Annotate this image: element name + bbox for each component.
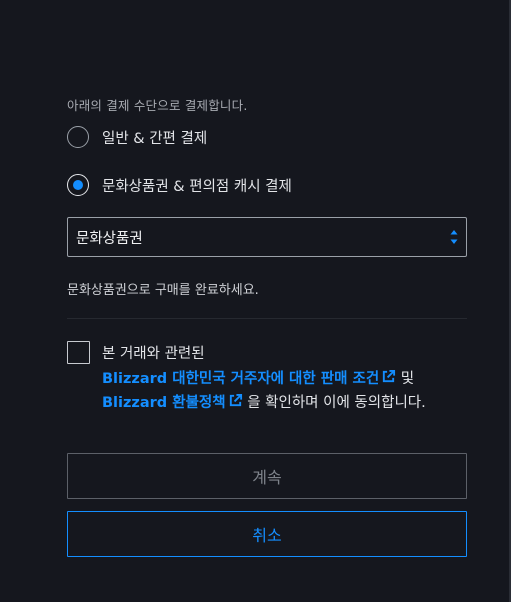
external-link-icon: [383, 369, 396, 382]
refund-policy-link-label: Blizzard 환불정책: [102, 395, 226, 411]
payment-option-general[interactable]: 일반 & 간편 결제: [67, 126, 207, 148]
agreement-checkbox[interactable]: [67, 341, 90, 364]
agreement-line-3: Blizzard 환불정책 을 확인하며 이에 동의합니다.: [102, 391, 482, 416]
payment-option-label: 일반 & 간편 결제: [102, 130, 208, 147]
payment-panel: 아래의 결제 수단으로 결제합니다. 일반 & 간편 결제 문화상품권 & 편의…: [0, 0, 511, 602]
agreement-text: 본 거래와 관련된 Blizzard 대한민국 거주자에 대한 판매 조건 및 …: [102, 342, 482, 416]
payment-option-giftcard[interactable]: 문화상품권 & 편의점 캐시 결제: [67, 174, 292, 196]
agreement-suffix: 을 확인하며 이에 동의합니다.: [242, 395, 426, 411]
payment-option-label: 문화상품권 & 편의점 캐시 결제: [102, 178, 292, 195]
external-link-icon: [229, 393, 242, 407]
payment-intro-text: 아래의 결제 수단으로 결제합니다.: [67, 98, 248, 113]
sort-arrows-icon: [450, 230, 458, 244]
cancel-button[interactable]: 취소: [67, 511, 467, 557]
radio-button-giftcard[interactable]: [67, 174, 89, 196]
radio-button-general[interactable]: [67, 126, 89, 148]
giftcard-instruction-text: 문화상품권으로 구매를 완료하세요.: [67, 283, 259, 298]
agreement-conjunction: 및: [396, 370, 415, 387]
select-value: 문화상품권: [76, 230, 143, 247]
continue-button[interactable]: 계속: [67, 453, 467, 499]
giftcard-type-select[interactable]: 문화상품권: [67, 217, 467, 257]
agreement-line-2: Blizzard 대한민국 거주자에 대한 판매 조건 및: [102, 367, 482, 392]
sales-terms-link[interactable]: Blizzard 대한민국 거주자에 대한 판매 조건: [102, 369, 396, 387]
divider: [67, 318, 467, 319]
sales-terms-link-label: Blizzard 대한민국 거주자에 대한 판매 조건: [102, 370, 380, 387]
agreement-prefix: 본 거래와 관련된: [102, 346, 205, 362]
refund-policy-link[interactable]: Blizzard 환불정책: [102, 393, 243, 411]
